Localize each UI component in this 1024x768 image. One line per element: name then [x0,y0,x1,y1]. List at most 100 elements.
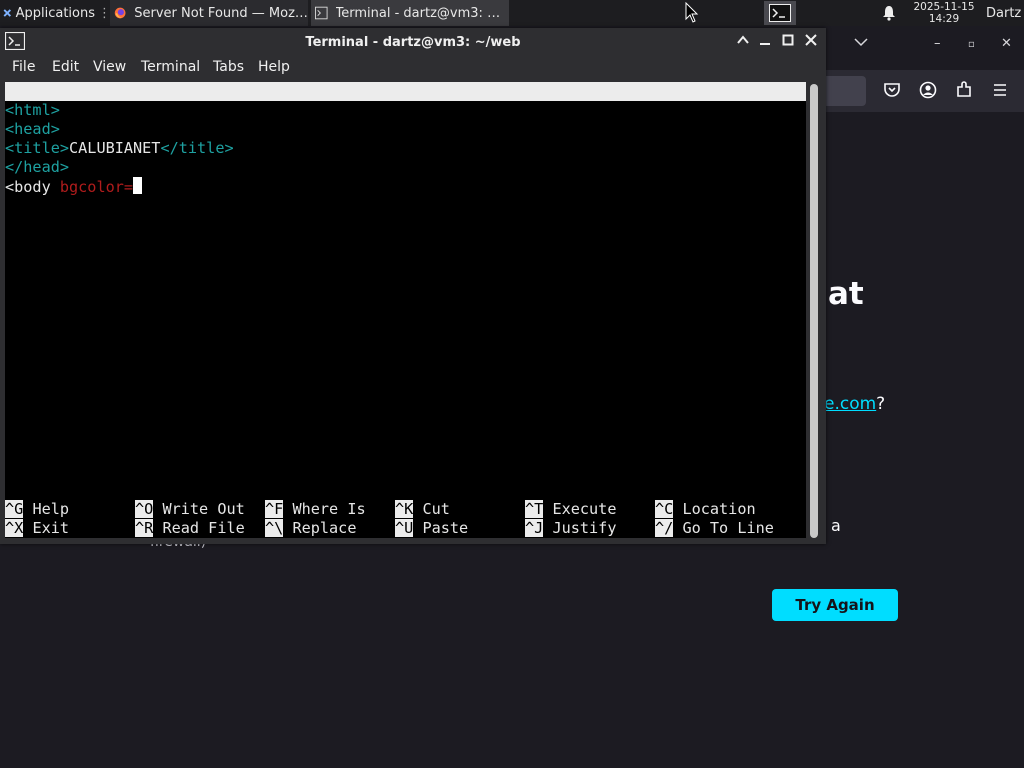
terminal-icon [769,4,791,22]
error-suggestion: e.com? [824,394,885,414]
shortcut-key: ^C [655,500,674,518]
menu-file[interactable]: File [12,59,35,75]
shortcut-label: Cut [422,500,450,518]
nano-header: GNU nano 8.4 index.html * [5,82,806,138]
terminal-launcher-button[interactable] [764,1,796,25]
window-title: Terminal - dartz@vm3: ~/web [305,35,521,50]
shortcut-replace: ^\ Replace [265,519,356,538]
chevron-up-icon[interactable] [735,34,751,50]
shortcut-write-out: ^O Write Out [135,500,245,519]
taskbar-task-firefox[interactable]: Server Not Found — Mozilla Firefox [110,0,308,26]
task-label: Terminal - dartz@vm3: ~/web [335,5,509,21]
minimize-icon[interactable] [757,34,773,50]
task-label: Server Not Found — Mozilla Firefox [134,5,308,21]
firefox-titlebar: – ▫ ✕ [826,26,1024,70]
account-icon[interactable] [919,81,937,99]
shortcut-label: Read File [162,519,245,537]
shortcut-key: ^O [135,500,154,518]
menu-help[interactable]: Help [258,59,290,75]
url-bar[interactable] [826,76,866,106]
terminal-titlebar[interactable]: Terminal - dartz@vm3: ~/web [0,28,826,58]
menu-tabs[interactable]: Tabs [213,59,244,75]
shortcut-help: ^G Help [5,500,69,519]
shortcut-key: ^\ [265,519,284,537]
html-text: CALUBIANET [69,139,161,157]
shortcut-where-is: ^F Where Is [265,500,366,519]
terminal-icon [315,6,328,20]
html-tag: <head> [5,120,60,138]
mouse-pointer-icon [684,0,704,26]
html-tag: <title> [5,139,70,157]
shortcut-key: ^X [5,519,24,537]
shortcut-label: Paste [422,519,469,537]
shortcut-label: Help [32,500,70,518]
extensions-icon[interactable] [955,81,973,99]
firefox-icon [114,7,126,19]
notification-bell-icon[interactable] [880,0,898,26]
firefox-window: – ▫ ✕ at e.com? a firewall) Try Again [150,26,1024,768]
text-cursor [133,177,143,194]
html-tag: <html> [5,101,60,119]
html-attribute: bgcolor= [59,178,134,196]
terminal-window: Terminal - dartz@vm3: ~/web File Edit Vi… [0,28,826,544]
pocket-icon[interactable] [883,81,901,99]
applications-label: Applications [15,5,95,21]
menu-view[interactable]: View [93,59,126,75]
html-tag: </title> [160,139,234,157]
menu-edit[interactable]: Edit [52,59,79,75]
close-icon[interactable] [803,34,819,50]
shortcut-key: ^R [135,519,154,537]
terminal-screen[interactable]: GNU nano 8.4 index.html * <html> <head> … [5,82,806,538]
shortcut-key: ^T [525,500,544,518]
editor-line: <html> [5,101,60,120]
terminal-menubar: File Edit View Terminal Tabs Help [0,58,826,80]
editor-line: <head> [5,120,60,139]
editor-line: <body bgcolor= [5,177,143,196]
taskbar-task-terminal[interactable]: Terminal - dartz@vm3: ~/web [311,0,509,26]
shortcut-justify: ^J Justify [525,519,616,538]
close-icon[interactable]: ✕ [1001,36,1012,51]
shortcut-key: ^G [5,500,24,518]
shortcut-location: ^C Location [655,500,756,519]
html-text: <body [5,178,60,196]
user-menu[interactable]: Dartz [986,0,1024,26]
scrollbar-thumb[interactable] [810,84,818,538]
applications-menu[interactable]: Applications ⋮ [0,0,111,26]
shortcut-label: Go To Line [682,519,774,537]
hamburger-menu-icon[interactable] [991,81,1009,99]
editor-line: <title>CALUBIANET</title> [5,139,234,158]
clock[interactable]: 2025-11-15 14:29 [906,0,982,26]
terminal-scrollbar[interactable] [808,84,820,538]
maximize-icon[interactable] [780,34,796,50]
shortcut-paste: ^U Paste [395,519,468,538]
shortcut-key: ^U [395,519,414,537]
shortcut-label: Exit [32,519,70,537]
shortcut-go-to-line: ^/ Go To Line [655,519,774,538]
html-tag: </head> [5,158,70,176]
shortcut-label: Execute [552,500,617,518]
menu-terminal[interactable]: Terminal [141,59,200,75]
shortcut-key: ^K [395,500,414,518]
nano-filename: index.html * [375,120,485,138]
editor-line: </head> [5,158,69,177]
shortcut-key: ^/ [655,519,674,537]
clock-time: 14:29 [928,13,960,25]
firefox-toolbar [826,70,1024,112]
clock-date: 2025-11-15 [913,1,975,13]
taskbar: Applications ⋮ Server Not Found — Mozill… [0,0,1024,26]
shortcut-cut: ^K Cut [395,500,450,519]
shortcut-label: Where Is [292,500,366,518]
shortcut-label: Write Out [162,500,245,518]
minimize-icon[interactable]: – [934,36,941,51]
maximize-icon[interactable]: ▫ [968,39,975,50]
shortcut-exit: ^X Exit [5,519,69,538]
shortcut-key: ^F [265,500,284,518]
error-text-fragment: a [831,516,841,535]
chevron-down-icon[interactable] [854,36,868,51]
shortcut-label: Justify [552,519,617,537]
suggested-link[interactable]: e.com [824,394,876,414]
try-again-button[interactable]: Try Again [772,589,898,621]
shortcut-key: ^J [525,519,544,537]
xfce-logo-icon [3,9,12,17]
suggestion-suffix: ? [876,394,886,414]
